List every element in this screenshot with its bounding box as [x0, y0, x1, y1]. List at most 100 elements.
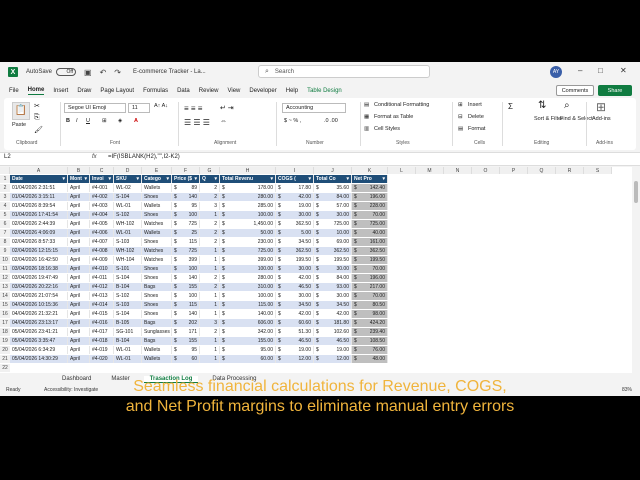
table-cell[interactable]: 05/04/2026 14:30:29: [10, 355, 68, 363]
table-header-cell[interactable]: Price ($ ▾: [172, 175, 200, 183]
table-cell[interactable]: 342.00: [220, 328, 276, 336]
table-cell[interactable]: 60.00: [220, 355, 276, 363]
table-cell[interactable]: Shoes: [142, 238, 172, 246]
table-cell[interactable]: 1,450.00: [220, 220, 276, 228]
table-cell[interactable]: 05/04/2026 6:34:29: [10, 346, 68, 354]
column-header-a[interactable]: A: [10, 167, 68, 174]
tab-table-design[interactable]: Table Design: [307, 88, 342, 94]
merge-center-icon[interactable]: ⇔: [220, 118, 227, 125]
table-cell[interactable]: 100.00: [220, 292, 276, 300]
row-header[interactable]: 4: [0, 202, 10, 210]
tab-data[interactable]: Data: [177, 88, 190, 94]
table-cell[interactable]: 399.00: [220, 256, 276, 264]
table-cell[interactable]: April: [68, 328, 90, 336]
column-header-s[interactable]: S: [584, 167, 612, 174]
table-cell[interactable]: #4-015: [90, 310, 114, 318]
table-cell[interactable]: 2: [200, 238, 220, 246]
table-cell[interactable]: 50.00: [220, 229, 276, 237]
row-header[interactable]: 17: [0, 319, 10, 327]
font-name-select[interactable]: Segoe UI Emoji: [64, 103, 126, 113]
table-cell[interactable]: #4-002: [90, 193, 114, 201]
table-cell[interactable]: #4-017: [90, 328, 114, 336]
table-cell[interactable]: April: [68, 355, 90, 363]
row-header[interactable]: 14: [0, 292, 10, 300]
minimize-icon[interactable]: –: [578, 66, 582, 75]
column-header-i[interactable]: I: [276, 167, 314, 174]
table-cell[interactable]: Shoes: [142, 211, 172, 219]
table-cell[interactable]: #4-019: [90, 346, 114, 354]
column-header-e[interactable]: E: [142, 167, 172, 174]
table-cell[interactable]: 280.00: [220, 274, 276, 282]
table-cell[interactable]: #4-005: [90, 220, 114, 228]
table-cell[interactable]: April: [68, 193, 90, 201]
save-icon[interactable]: ▣: [84, 68, 92, 77]
column-header-c[interactable]: C: [90, 167, 114, 174]
table-cell[interactable]: April: [68, 220, 90, 228]
table-cell[interactable]: S-102: [114, 211, 142, 219]
table-cell[interactable]: #4-014: [90, 301, 114, 309]
tab-help[interactable]: Help: [286, 88, 298, 94]
row-header[interactable]: 6: [0, 220, 10, 228]
table-cell[interactable]: April: [68, 238, 90, 246]
filter-dropdown-icon[interactable]: ▾: [346, 175, 349, 183]
table-cell[interactable]: S-104: [114, 193, 142, 201]
autosave-toggle[interactable]: Off: [56, 68, 77, 76]
column-header-l[interactable]: L: [388, 167, 416, 174]
table-cell[interactable]: #4-004: [90, 211, 114, 219]
undo-icon[interactable]: ↶: [100, 68, 107, 77]
filter-dropdown-icon[interactable]: ▾: [136, 175, 139, 183]
redo-icon[interactable]: ↷: [114, 68, 121, 77]
row-header[interactable]: 20: [0, 346, 10, 354]
table-cell[interactable]: April: [68, 301, 90, 309]
table-cell[interactable]: 280.00: [220, 193, 276, 201]
table-cell[interactable]: Shoes: [142, 193, 172, 201]
table-cell[interactable]: 1: [200, 265, 220, 273]
row-header[interactable]: 18: [0, 328, 10, 336]
table-cell[interactable]: 1: [200, 247, 220, 255]
table-cell[interactable]: S-101: [114, 265, 142, 273]
table-cell[interactable]: 140.00: [220, 310, 276, 318]
document-title[interactable]: E-commerce Tracker - La...: [133, 69, 206, 75]
table-cell[interactable]: 01/04/2026 3:15:11: [10, 193, 68, 201]
table-cell[interactable]: April: [68, 310, 90, 318]
table-cell[interactable]: 725.00: [220, 247, 276, 255]
underline-icon[interactable]: U: [86, 118, 90, 124]
table-cell[interactable]: April: [68, 229, 90, 237]
row-header[interactable]: 7: [0, 229, 10, 237]
row-header[interactable]: 12: [0, 274, 10, 282]
table-cell[interactable]: S-103: [114, 238, 142, 246]
row-header[interactable]: 5: [0, 211, 10, 219]
filter-dropdown-icon[interactable]: ▾: [308, 175, 311, 183]
table-cell[interactable]: Bags: [142, 283, 172, 291]
table-cell[interactable]: #4-016: [90, 319, 114, 327]
table-header-cell[interactable]: Q ▾: [200, 175, 220, 183]
table-cell[interactable]: WH-104: [114, 256, 142, 264]
table-cell[interactable]: Bags: [142, 337, 172, 345]
table-cell[interactable]: 04/04/2026 21:32:21: [10, 310, 68, 318]
table-cell[interactable]: April: [68, 202, 90, 210]
table-cell[interactable]: Watches: [142, 247, 172, 255]
avatar[interactable]: AY: [550, 66, 562, 78]
table-header-cell[interactable]: SKU ▾: [114, 175, 142, 183]
maximize-icon[interactable]: □: [598, 66, 603, 75]
table-cell[interactable]: WL-01: [114, 202, 142, 210]
table-cell[interactable]: 05/04/2026 3:35:47: [10, 337, 68, 345]
table-cell[interactable]: S-104: [114, 274, 142, 282]
table-cell[interactable]: #4-013: [90, 292, 114, 300]
insert-cells-button[interactable]: Insert: [468, 102, 482, 108]
column-header-o[interactable]: O: [472, 167, 500, 174]
table-cell[interactable]: April: [68, 274, 90, 282]
table-cell[interactable]: Bags: [142, 319, 172, 327]
table-cell[interactable]: Watches: [142, 256, 172, 264]
table-cell[interactable]: 115.00: [220, 301, 276, 309]
table-cell[interactable]: 1: [200, 301, 220, 309]
table-cell[interactable]: 3: [200, 319, 220, 327]
table-cell[interactable]: Shoes: [142, 292, 172, 300]
table-cell[interactable]: 2: [200, 274, 220, 282]
filter-dropdown-icon[interactable]: ▾: [214, 175, 217, 183]
table-cell[interactable]: 04/04/2026 23:13:17: [10, 319, 68, 327]
table-cell[interactable]: 95.00: [220, 346, 276, 354]
filter-dropdown-icon[interactable]: ▾: [62, 175, 65, 183]
table-cell[interactable]: B-104: [114, 283, 142, 291]
table-cell[interactable]: 606.00: [220, 319, 276, 327]
